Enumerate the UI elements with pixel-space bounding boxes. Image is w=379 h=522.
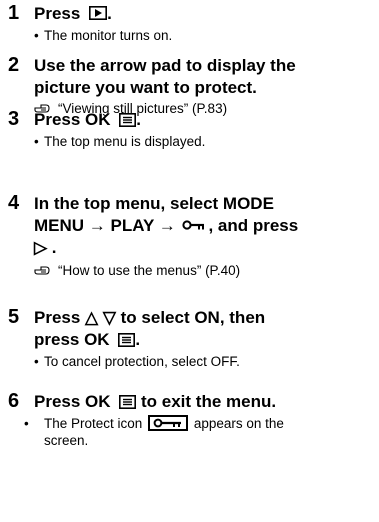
step-heading: Use the arrow pad to display the picture… [34, 55, 373, 99]
step-number: 1 [8, 2, 20, 24]
step-heading: Press OK to exit the menu. [34, 391, 373, 413]
menu-button-icon [118, 333, 136, 347]
heading-line: ▷ . [34, 238, 57, 257]
heading-line: picture you want to protect. [34, 78, 257, 97]
step-note: • To cancel protection, select OFF. [34, 353, 373, 370]
note-text: The monitor turns on. [44, 28, 173, 43]
heading-line: In the top menu, select MODE [34, 194, 274, 213]
heading-text: Press [34, 4, 81, 23]
note-text: appears on the [193, 416, 284, 431]
bullet: • [34, 354, 39, 369]
heading-text-end: . [136, 110, 142, 129]
heading-line: press OK . [34, 329, 373, 351]
protect-key-icon [182, 220, 205, 230]
note-line: screen. [44, 433, 89, 448]
bullet: • [34, 28, 39, 43]
step-heading: Press OK . [34, 109, 373, 131]
heading-text-end: . [135, 330, 141, 349]
step-heading: In the top menu, select MODE MENU → PLAY… [34, 193, 373, 259]
heading-line: Press △ ▽ to select ON, then [34, 308, 266, 327]
menu-button-icon [119, 113, 137, 127]
step-number: 5 [8, 306, 20, 328]
bullet: • [34, 134, 39, 149]
step-number: 6 [8, 390, 20, 412]
note-text: The top menu is displayed. [44, 134, 206, 149]
step-note: • The monitor turns on. [34, 27, 373, 44]
note-text: To cancel protection, select OFF. [44, 354, 240, 369]
step-4: 4 In the top menu, select MODE MENU → PL… [0, 192, 379, 288]
heading-text: press OK [34, 330, 110, 349]
note-text: The Protect icon [44, 416, 143, 431]
heading-line: Use the arrow pad to display the [34, 56, 296, 75]
bullet: • [24, 416, 29, 431]
step-reference: “How to use the menus” (P.40) [34, 262, 373, 279]
heading-text: Press OK [34, 110, 111, 129]
step-5: 5 Press △ ▽ to select ON, then press OK … [0, 306, 379, 382]
heading-line: MENU → PLAY → , and press [34, 215, 373, 237]
step-heading: Press . [34, 3, 373, 25]
step-6: 6 Press OK to exit the menu. • The Protec… [0, 390, 379, 470]
heading-text-end: . [107, 4, 112, 23]
step-note: • The top menu is displayed. [34, 133, 373, 150]
note-line: • The Protect icon appears on the [24, 415, 373, 432]
step-number: 3 [8, 108, 20, 130]
step-1: 1 Press . • The monitor turns on. [0, 2, 379, 54]
heading-text: MENU → PLAY → [34, 216, 176, 235]
reference-hand-icon [34, 266, 50, 275]
playback-button-icon [89, 6, 108, 20]
reference-text: “How to use the menus” (P.40) [58, 263, 241, 278]
step-heading: Press △ ▽ to select ON, then press OK . [34, 307, 373, 351]
protect-indicator-icon [148, 415, 189, 431]
step-number: 4 [8, 192, 20, 214]
step-3: 3 Press OK . • The top menu is displayed. [0, 108, 379, 160]
heading-text-end: to exit the menu. [136, 392, 277, 411]
heading-text: , and press [208, 216, 299, 235]
heading-text: Press OK [34, 392, 111, 411]
step-number: 2 [8, 54, 20, 76]
menu-button-icon [119, 395, 137, 409]
step-note: • The Protect icon appears on the screen. [24, 415, 373, 449]
